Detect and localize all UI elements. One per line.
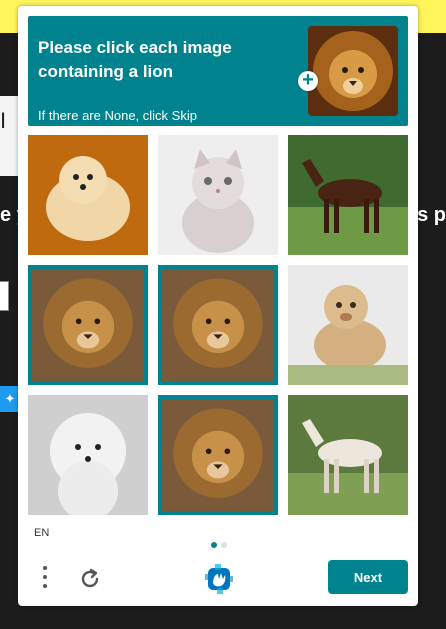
tile-image [162, 269, 274, 381]
background-panel: I [0, 96, 20, 176]
lion-face-icon [308, 26, 398, 116]
prompt-text: Please click each image containing a lio… [38, 38, 232, 81]
tile-image [32, 269, 144, 381]
tile-image [288, 395, 408, 515]
next-button[interactable]: Next [328, 560, 408, 594]
plus-icon[interactable]: + [298, 70, 318, 91]
image-tile[interactable] [288, 395, 408, 515]
image-tile[interactable] [158, 135, 278, 255]
image-tile[interactable] [288, 135, 408, 255]
tile-image [288, 135, 408, 255]
refresh-icon[interactable] [78, 567, 102, 591]
hcaptcha-logo-icon[interactable] [202, 562, 236, 596]
tile-image [28, 135, 148, 255]
image-grid [28, 135, 408, 515]
tile-image [288, 265, 408, 385]
background-input [0, 281, 9, 311]
background-text-top: I [0, 108, 7, 133]
tile-image [158, 135, 278, 255]
example-image[interactable] [308, 26, 398, 116]
twitter-bird-icon: ✦ [0, 386, 20, 412]
more-vertical-icon[interactable] [40, 566, 50, 592]
image-tile[interactable] [288, 265, 408, 385]
pagination-dot [211, 542, 217, 548]
image-tile[interactable] [28, 135, 148, 255]
tile-image [162, 399, 274, 511]
pagination-dot [221, 542, 227, 548]
pagination-dots [209, 535, 229, 553]
prompt-subtext: If there are None, click Skip [38, 108, 197, 123]
language-selector[interactable]: EN [34, 527, 49, 539]
image-tile[interactable] [158, 395, 278, 515]
tile-image [28, 395, 148, 515]
image-tile[interactable] [158, 265, 278, 385]
prompt-banner: Please click each image containing a lio… [28, 16, 408, 126]
captcha-challenge-card: Please click each image containing a lio… [18, 6, 418, 606]
image-tile[interactable] [28, 265, 148, 385]
image-tile[interactable] [28, 395, 148, 515]
